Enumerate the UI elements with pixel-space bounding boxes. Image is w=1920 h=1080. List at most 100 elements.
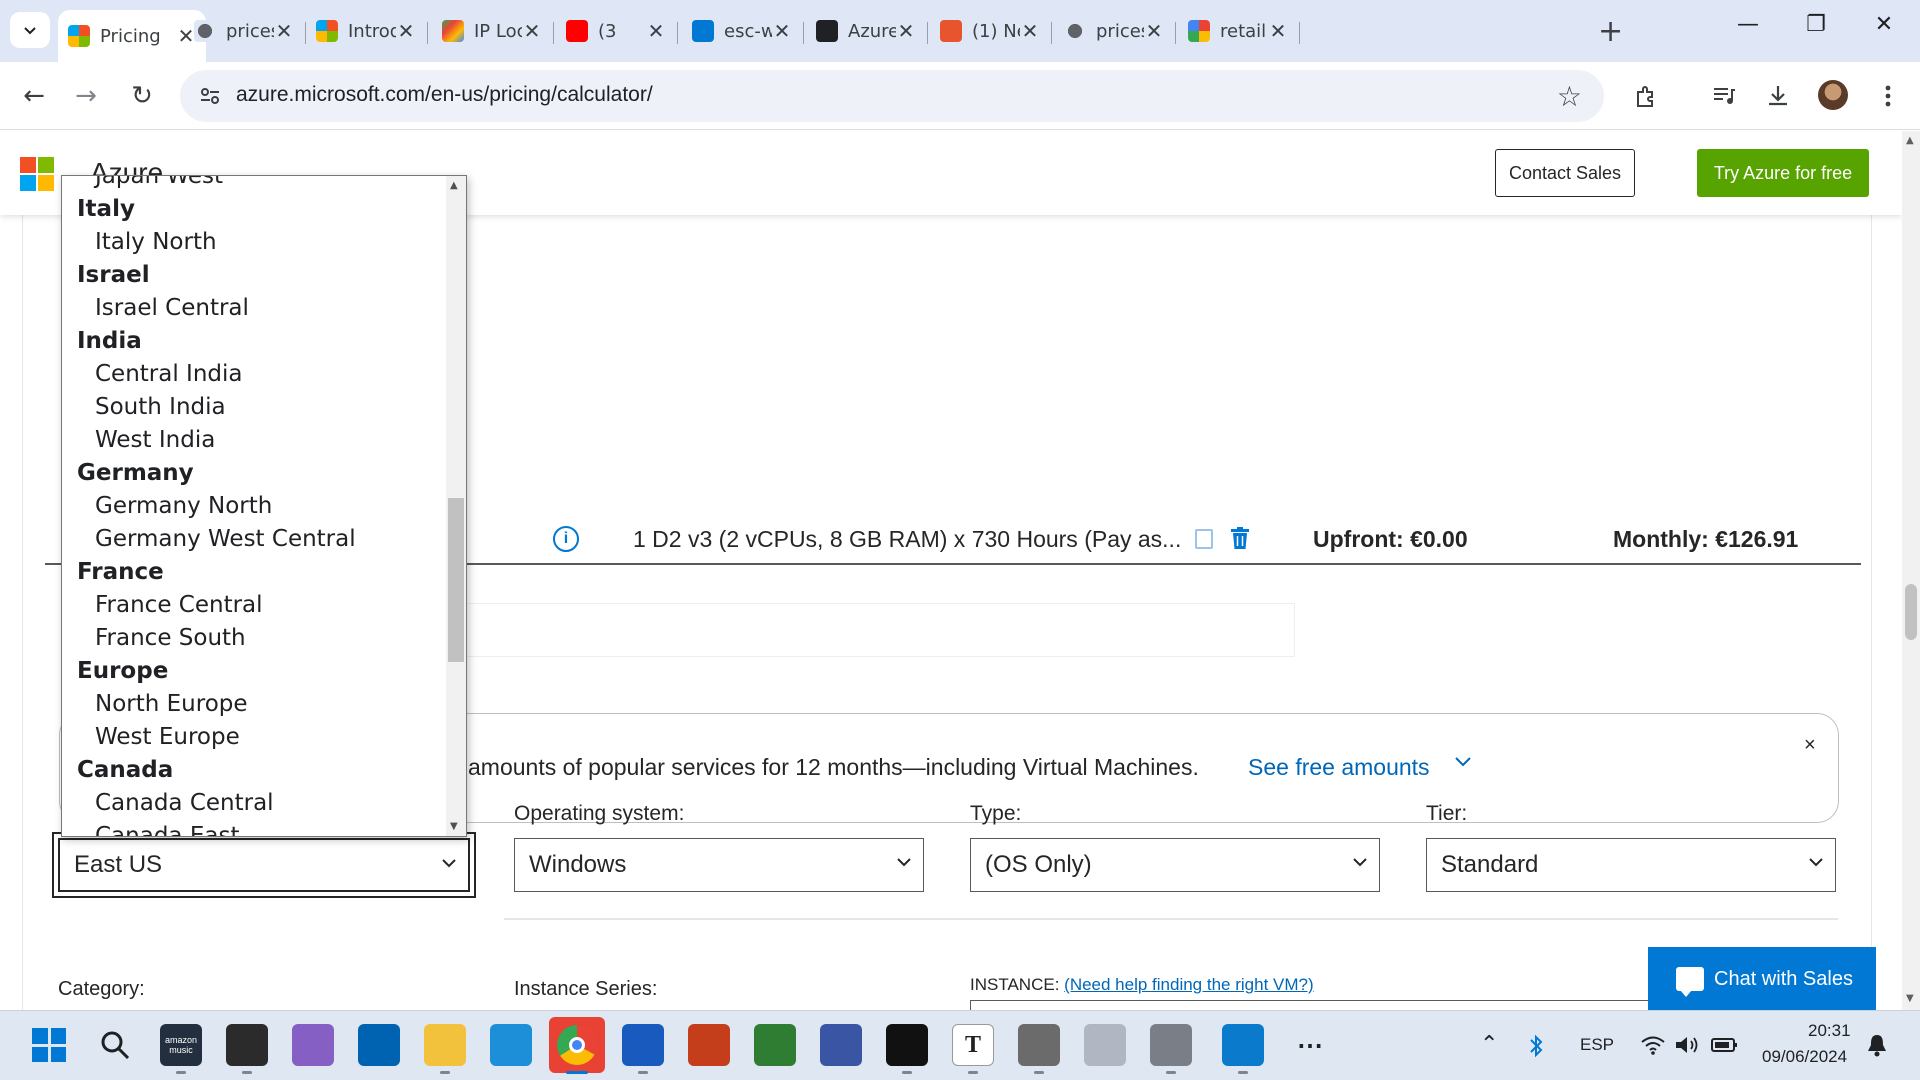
region-option[interactable]: Italy North xyxy=(62,226,446,259)
scroll-down-icon[interactable]: ▼ xyxy=(1906,993,1914,1004)
close-tab-icon[interactable]: ✕ xyxy=(522,19,542,43)
restore-button[interactable]: ❐ xyxy=(1796,12,1836,37)
close-tab-icon[interactable]: ✕ xyxy=(1020,19,1040,43)
volume-icon[interactable] xyxy=(1674,1035,1700,1055)
browser-tab[interactable]: retail ✕ xyxy=(1178,10,1300,52)
try-azure-free-button[interactable]: Try Azure for free xyxy=(1697,149,1869,197)
reload-button[interactable]: ↻ xyxy=(122,76,162,116)
browser-tab[interactable]: Introd ✕ xyxy=(306,10,428,52)
chrome-icon[interactable] xyxy=(549,1017,605,1073)
chat-with-sales-button[interactable]: Chat with Sales xyxy=(1648,947,1876,1010)
region-option[interactable]: West Europe xyxy=(62,721,446,754)
see-free-amounts-link[interactable]: See free amounts xyxy=(1248,754,1430,781)
region-option[interactable]: Israel Central xyxy=(62,292,446,325)
back-button[interactable]: ← xyxy=(14,76,54,116)
contact-sales-button[interactable]: Contact Sales xyxy=(1495,149,1635,197)
instance-select[interactable] xyxy=(970,1000,1650,1010)
dropdown-scrollbar[interactable]: ▲ ▼ xyxy=(446,176,466,836)
project-icon[interactable] xyxy=(754,1024,796,1066)
browser-tab[interactable]: prices✕ xyxy=(1054,10,1176,52)
typora-icon[interactable]: T xyxy=(952,1024,994,1066)
browser-tab[interactable]: Azure ✕ xyxy=(806,10,928,52)
forward-button[interactable]: → xyxy=(66,76,106,116)
visio-icon[interactable] xyxy=(820,1024,862,1066)
bookmark-star-icon[interactable]: ☆ xyxy=(1557,80,1582,113)
windows-start-icon[interactable] xyxy=(28,1024,70,1066)
battery-icon[interactable] xyxy=(1710,1035,1740,1055)
clock-time[interactable]: 20:31 xyxy=(1808,1021,1851,1041)
media-controls-icon[interactable] xyxy=(1706,78,1742,114)
region-option[interactable]: France Central xyxy=(62,589,446,622)
edge-icon[interactable] xyxy=(490,1024,532,1066)
terminal-icon[interactable] xyxy=(226,1024,268,1066)
region-option[interactable]: Canada East xyxy=(62,820,446,836)
vscode-icon[interactable] xyxy=(1222,1024,1264,1066)
os-select[interactable]: Windows xyxy=(514,838,924,892)
word-icon[interactable] xyxy=(622,1024,664,1066)
more-icon[interactable]: ⋯ xyxy=(1290,1024,1332,1066)
new-tab-button[interactable]: + xyxy=(1598,14,1623,49)
language-indicator[interactable]: ESP xyxy=(1580,1035,1614,1055)
extensions-icon[interactable] xyxy=(1628,78,1664,114)
region-option[interactable]: Germany North xyxy=(62,490,446,523)
browser-tab[interactable]: IP Loc ✕ xyxy=(432,10,554,52)
delete-icon[interactable] xyxy=(1231,527,1249,549)
search-icon[interactable] xyxy=(94,1024,136,1066)
show-hidden-icons-icon[interactable]: ⌃ xyxy=(1480,1031,1498,1057)
region-option[interactable]: Germany West Central xyxy=(62,523,446,556)
download-icon[interactable] xyxy=(1760,78,1796,114)
bluetooth-icon[interactable] xyxy=(1528,1033,1544,1059)
store-icon[interactable] xyxy=(358,1024,400,1066)
dropdown-scroll-thumb[interactable] xyxy=(448,498,464,662)
vm-help-link[interactable]: (Need help finding the right VM?) xyxy=(1064,975,1313,994)
calculator-icon[interactable] xyxy=(1150,1024,1192,1066)
close-tab-icon[interactable]: ✕ xyxy=(896,19,916,43)
scroll-down-icon[interactable]: ▼ xyxy=(450,821,458,832)
type-select[interactable]: (OS Only) xyxy=(970,838,1380,892)
close-tab-icon[interactable]: ✕ xyxy=(274,19,294,43)
browser-tab[interactable]: esc-w ✕ xyxy=(682,10,804,52)
site-settings-icon[interactable] xyxy=(198,84,222,108)
clone-icon[interactable] xyxy=(1195,529,1213,549)
close-tab-icon[interactable]: ✕ xyxy=(396,19,416,43)
close-window-button[interactable]: ✕ xyxy=(1864,12,1904,37)
tab-search-button[interactable] xyxy=(10,12,50,48)
region-option[interactable]: West India xyxy=(62,424,446,457)
close-tab-icon[interactable]: ✕ xyxy=(1144,19,1164,43)
region-option[interactable]: France South xyxy=(62,622,446,655)
info-icon[interactable]: i xyxy=(553,526,579,552)
browser-tab[interactable]: (1) Ne✕ xyxy=(930,10,1052,52)
close-tab-icon[interactable]: ✕ xyxy=(772,19,792,43)
snipping-icon[interactable] xyxy=(1084,1024,1126,1066)
close-tab-icon[interactable]: ✕ xyxy=(1268,19,1288,43)
page-scrollbar[interactable]: ▲ ▼ xyxy=(1902,131,1920,1010)
chevron-down-icon[interactable] xyxy=(1452,750,1474,772)
profile-avatar[interactable] xyxy=(1818,80,1848,110)
region-option[interactable]: Central India xyxy=(62,358,446,391)
region-dropdown-list[interactable]: Japan West Italy Italy North Israel Israel C… xyxy=(61,175,467,837)
clock-date[interactable]: 09/06/2024 xyxy=(1762,1047,1847,1067)
scroll-up-icon[interactable]: ▲ xyxy=(1906,135,1914,146)
microsoft-logo-icon[interactable] xyxy=(20,157,54,191)
region-select[interactable]: East US xyxy=(58,838,470,892)
settings-icon[interactable] xyxy=(1018,1024,1060,1066)
wifi-icon[interactable] xyxy=(1640,1035,1666,1055)
banner-close-button[interactable]: × xyxy=(1804,734,1816,757)
visual-studio-icon[interactable] xyxy=(292,1024,334,1066)
webex-icon[interactable] xyxy=(886,1024,928,1066)
region-option[interactable]: South India xyxy=(62,391,446,424)
page-scroll-thumb[interactable] xyxy=(1905,584,1917,640)
notification-bell-icon[interactable] xyxy=(1866,1033,1888,1059)
region-option[interactable]: Japan West xyxy=(62,176,446,193)
browser-tab[interactable]: prices✕ xyxy=(184,10,306,52)
file-explorer-icon[interactable] xyxy=(424,1024,466,1066)
browser-menu-icon[interactable] xyxy=(1870,78,1906,114)
region-option[interactable]: North Europe xyxy=(62,688,446,721)
browser-tab[interactable]: (3 ✕ xyxy=(556,10,678,52)
region-option[interactable]: Canada Central xyxy=(62,787,446,820)
powerpoint-icon[interactable] xyxy=(688,1024,730,1066)
service-name-field[interactable] xyxy=(363,603,1295,657)
tier-select[interactable]: Standard xyxy=(1426,838,1836,892)
address-bar[interactable]: azure.microsoft.com/en-us/pricing/calcul… xyxy=(180,70,1604,122)
scroll-up-icon[interactable]: ▲ xyxy=(450,180,458,191)
